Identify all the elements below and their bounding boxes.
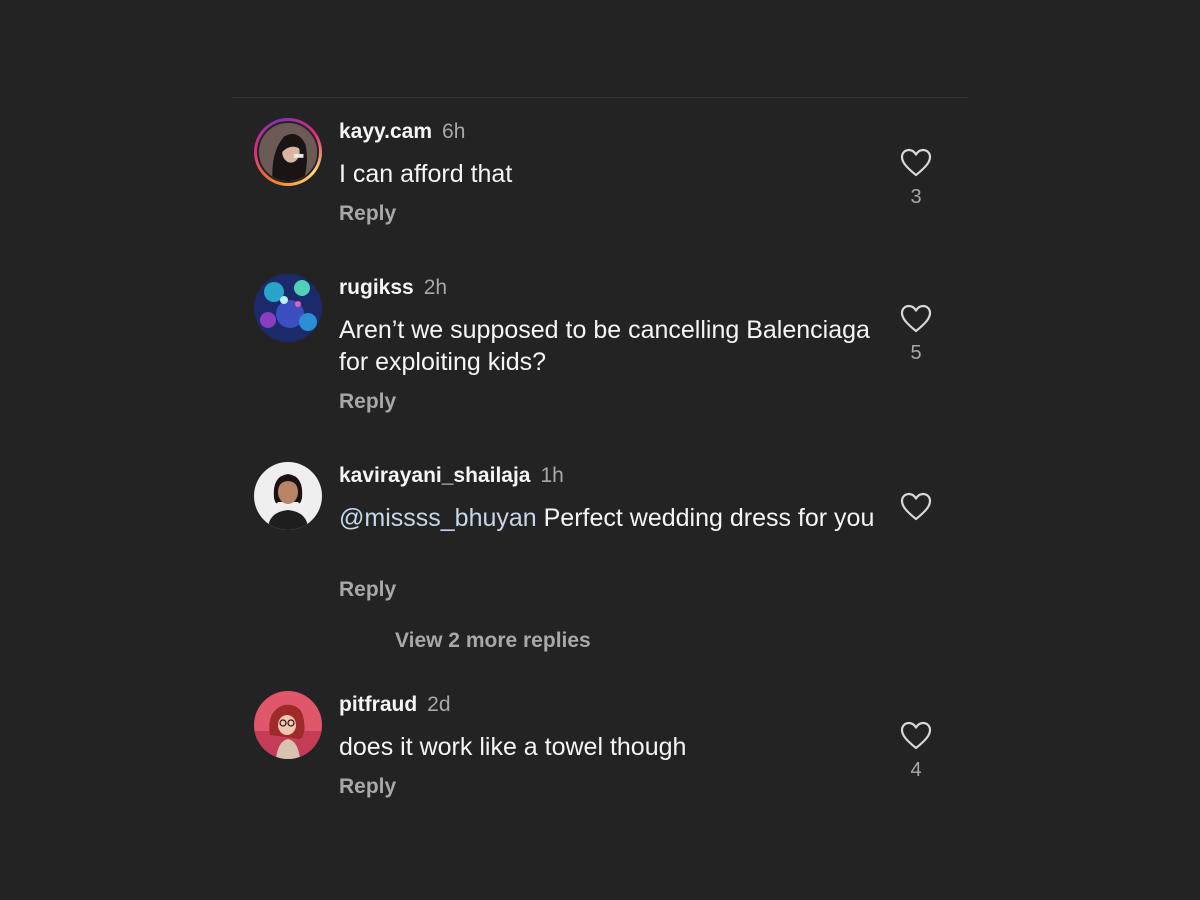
comment-text: does it work like a towel though: [339, 731, 879, 763]
like-count: 3: [910, 186, 922, 208]
view-more-replies-button[interactable]: View 2 more replies: [395, 629, 591, 653]
like-control: 4: [900, 721, 932, 782]
like-control: [900, 492, 932, 522]
comment-text: @missss_bhuyan Perfect wedding dress for…: [339, 502, 879, 534]
timestamp: 6h: [442, 120, 466, 143]
like-count: 4: [910, 759, 922, 781]
comment-body: Aren’t we supposed to be cancelling Bale…: [339, 316, 870, 376]
reply-button[interactable]: Reply: [339, 390, 396, 414]
heart-outline-icon[interactable]: [900, 148, 932, 178]
divider: [232, 97, 968, 98]
comments-panel: kayy.cam 6h I can afford that Reply 3 ru…: [0, 0, 1200, 900]
comment-text: I can afford that: [339, 158, 879, 190]
avatar-image: [254, 462, 322, 530]
timestamp: 1h: [540, 464, 564, 487]
reply-button[interactable]: Reply: [339, 578, 396, 602]
timestamp: 2h: [423, 276, 448, 299]
heart-outline-icon[interactable]: [900, 304, 932, 334]
like-count: 5: [910, 342, 922, 364]
avatar[interactable]: [254, 462, 322, 530]
comment-meta: kayy.cam 6h: [339, 120, 465, 144]
comment-meta: pitfraud 2d: [339, 693, 451, 717]
avatar[interactable]: [254, 274, 322, 342]
heart-outline-icon[interactable]: [900, 492, 932, 522]
reply-button[interactable]: Reply: [339, 775, 396, 799]
avatar[interactable]: [254, 118, 322, 186]
like-control: 5: [900, 304, 932, 365]
username[interactable]: pitfraud: [339, 693, 417, 716]
comment-body: does it work like a towel though: [339, 733, 687, 761]
comment-text: Aren’t we supposed to be cancelling Bale…: [339, 314, 879, 378]
comment-meta: kavirayani_shailaja 1h: [339, 464, 564, 488]
timestamp: 2d: [427, 693, 451, 716]
avatar[interactable]: [254, 691, 322, 759]
username[interactable]: kavirayani_shailaja: [339, 464, 530, 487]
comment-body: I can afford that: [339, 160, 513, 188]
reply-button[interactable]: Reply: [339, 202, 396, 226]
comment-body: Perfect wedding dress for you: [536, 504, 875, 532]
avatar-image: [254, 274, 322, 342]
username[interactable]: kayy.cam: [339, 120, 432, 143]
avatar-image: [254, 691, 322, 759]
heart-outline-icon[interactable]: [900, 721, 932, 751]
avatar-image: [259, 123, 317, 181]
mention-link[interactable]: @missss_bhuyan: [339, 504, 537, 532]
like-control: 3: [900, 148, 932, 209]
username[interactable]: rugikss: [339, 276, 414, 299]
comment-meta: rugikss 2h: [339, 276, 447, 300]
